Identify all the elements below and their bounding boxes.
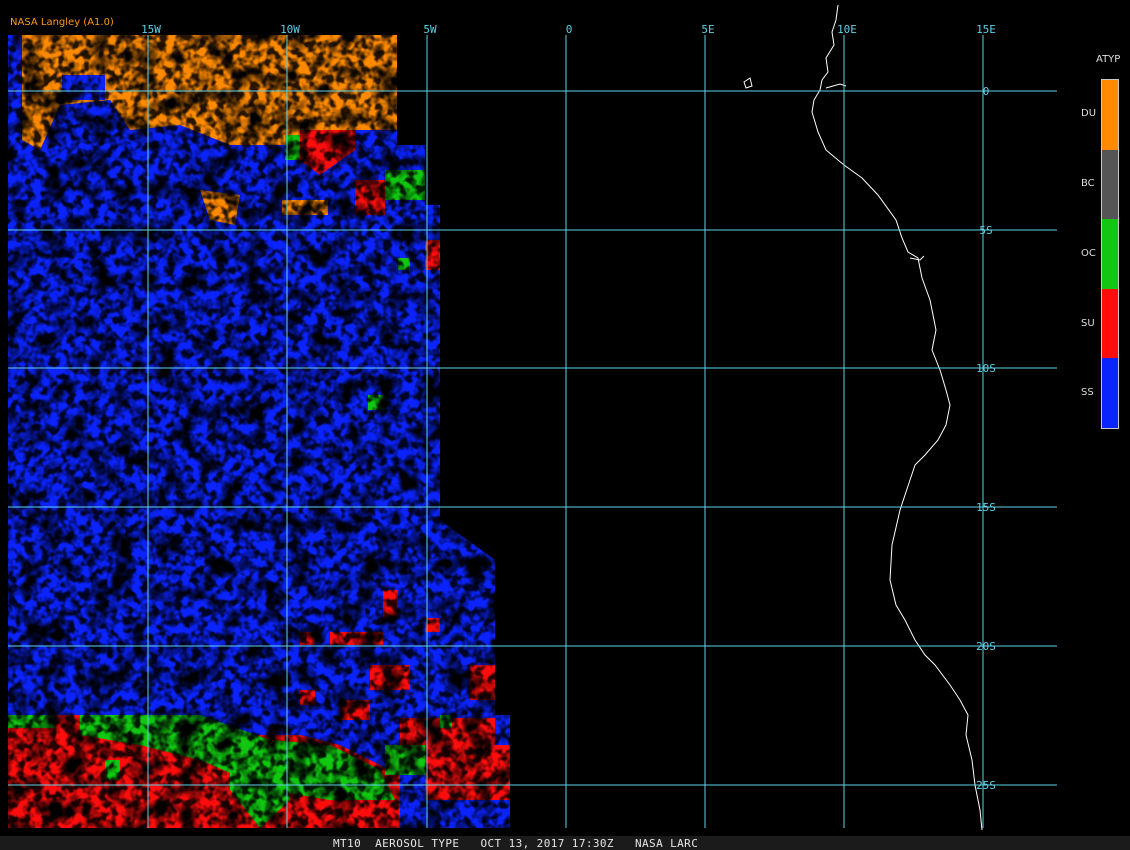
legend-label-ss: SS: [1081, 387, 1094, 398]
legend-title: ATYP: [1096, 54, 1121, 65]
latitude-labels: 0 5S 10S 15S 20S 25S: [976, 85, 996, 792]
agency-label: NASA LARC: [635, 837, 699, 850]
legend-swatch-ss: [1102, 358, 1118, 428]
credit-label: NASA Langley (A1.0): [10, 17, 114, 28]
longitude-label: 10W: [280, 23, 300, 36]
latitude-label: 0: [983, 85, 990, 98]
legend-swatch-su: [1102, 288, 1118, 359]
product-code: MT10: [333, 837, 362, 850]
longitude-label: 5W: [423, 23, 437, 36]
legend-color-bar: [1101, 79, 1119, 429]
longitude-label: 0: [566, 23, 573, 36]
product-title: AEROSOL TYPE: [375, 837, 460, 850]
longitude-label: 10E: [837, 23, 857, 36]
coastline: [743, 4, 983, 831]
legend-label-oc: OC: [1081, 248, 1096, 259]
observation-datetime: OCT 13, 2017 17:30Z: [480, 837, 614, 850]
legend-label-su: SU: [1081, 318, 1095, 329]
latitude-label: 15S: [976, 501, 996, 514]
latitude-label: 25S: [976, 779, 996, 792]
longitude-labels: 15W 10W 5W 0 5E 10E 15E: [141, 23, 996, 36]
legend-swatch-bc: [1102, 149, 1118, 220]
legend-label-du: DU: [1081, 108, 1097, 119]
longitude-label: 15W: [141, 23, 161, 36]
latitude-label: 10S: [976, 362, 996, 375]
status-bar-text: MT10 AEROSOL TYPE OCT 13, 2017 17:30Z NA…: [333, 837, 698, 850]
latitude-label: 5S: [979, 224, 992, 237]
longitude-label: 15E: [976, 23, 996, 36]
aerosol-type-map: 15W 10W 5W 0 5E 10E 15E 0 5S 10S 15S 20S 25S: [8, 4, 1057, 831]
latitude-label: 20S: [976, 640, 996, 653]
longitude-label: 5E: [701, 23, 714, 36]
legend-label-bc: BC: [1081, 178, 1095, 189]
aerosol-data-field: [8, 35, 510, 828]
legend-swatch-oc: [1102, 219, 1118, 289]
legend-swatch-du: [1102, 80, 1118, 150]
